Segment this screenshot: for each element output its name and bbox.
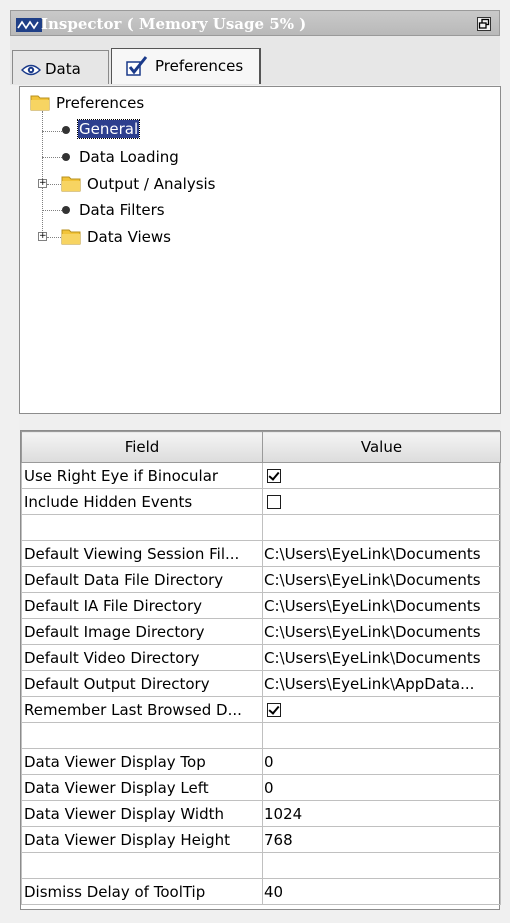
value-cell[interactable] — [262, 514, 501, 541]
table-row[interactable]: Default Data File Directory C:\Users\EyeL… — [21, 566, 501, 593]
tree-item-label: Data Loading — [79, 148, 179, 166]
inspector-titlebar[interactable]: Inspector ( Memory Usage 5% ) — [10, 10, 500, 36]
tab-preferences[interactable]: Preferences — [111, 48, 261, 84]
value-cell[interactable]: 1024 — [262, 800, 501, 827]
table-body: Use Right Eye if Binocular Include Hidden… — [21, 462, 501, 905]
checkbox-input[interactable] — [267, 495, 281, 509]
table-row[interactable]: Default Image Directory C:\Users\EyeLink\… — [21, 618, 501, 645]
field-cell: Default Output Directory — [21, 670, 263, 697]
field-cell: Default Viewing Session Fil... — [21, 540, 263, 567]
tree-item-label: Data Views — [87, 228, 171, 246]
tree-item-label: Output / Analysis — [87, 175, 216, 193]
tab-preferences-label: Preferences — [155, 57, 244, 75]
field-cell: Default Data File Directory — [21, 566, 263, 593]
field-cell: Data Viewer Display Height — [21, 826, 263, 853]
tree-connector — [47, 184, 61, 185]
field-cell: Default Image Directory — [21, 618, 263, 645]
folder-icon — [61, 227, 81, 245]
column-header-value[interactable]: Value — [262, 431, 501, 463]
field-cell: Include Hidden Events — [21, 488, 263, 515]
inspector-app-icon — [16, 17, 42, 32]
tree-item-label: Data Filters — [79, 201, 165, 219]
table-row[interactable]: Data Viewer Display Height 768 — [21, 826, 501, 853]
value-cell[interactable]: C:\Users\EyeLink\Documents — [262, 566, 501, 593]
tree-item-label: General — [76, 119, 141, 139]
field-cell: Data Viewer Display Width — [21, 800, 263, 827]
field-cell: Dismiss Delay of ToolTip — [21, 878, 263, 905]
value-cell[interactable]: C:\Users\EyeLink\AppData... — [262, 670, 501, 697]
properties-table: Field Value Use Right Eye if Binocular In… — [21, 431, 501, 905]
field-cell: Data Viewer Display Top — [21, 748, 263, 775]
folder-icon — [61, 174, 81, 192]
properties-grid: Field Value Use Right Eye if Binocular In… — [20, 430, 501, 910]
bullet-icon — [62, 206, 70, 214]
table-row[interactable]: Data Viewer Display Width 1024 — [21, 800, 501, 827]
checkbox-input[interactable] — [267, 469, 281, 483]
tree-connector — [47, 237, 61, 238]
eye-icon — [21, 62, 41, 76]
table-row[interactable]: Use Right Eye if Binocular — [21, 462, 501, 489]
restore-window-icon[interactable] — [477, 16, 491, 31]
table-row[interactable]: Default Video Directory C:\Users\EyeLink\… — [21, 644, 501, 671]
checkbox-input[interactable] — [267, 703, 281, 717]
tree-item-label: Preferences — [56, 94, 145, 112]
folder-icon — [30, 93, 50, 111]
value-cell[interactable] — [262, 852, 501, 879]
tab-data[interactable]: Data — [12, 50, 109, 84]
tab-data-label: Data — [45, 60, 81, 78]
value-cell[interactable]: C:\Users\EyeLink\Documents — [262, 592, 501, 619]
value-cell[interactable]: C:\Users\EyeLink\Documents — [262, 540, 501, 567]
field-cell — [21, 722, 263, 749]
table-row[interactable] — [21, 722, 501, 749]
bullet-icon — [62, 126, 70, 134]
table-row[interactable]: Dismiss Delay of ToolTip 40 — [21, 878, 501, 905]
field-cell — [21, 514, 263, 541]
table-row[interactable]: Data Viewer Display Top 0 — [21, 748, 501, 775]
value-cell[interactable]: C:\Users\EyeLink\Documents — [262, 618, 501, 645]
table-row[interactable]: Include Hidden Events — [21, 488, 501, 515]
tab-strip: Data Preferences — [10, 36, 500, 85]
bullet-icon — [62, 153, 70, 161]
field-cell — [21, 852, 263, 879]
table-row[interactable] — [21, 852, 501, 879]
value-cell — [262, 488, 501, 515]
table-header-row: Field Value — [21, 431, 501, 463]
field-cell: Default IA File Directory — [21, 592, 263, 619]
value-cell — [262, 696, 501, 723]
table-row[interactable]: Default IA File Directory C:\Users\EyeLin… — [21, 592, 501, 619]
value-cell[interactable]: C:\Users\EyeLink\Documents — [262, 644, 501, 671]
field-cell: Data Viewer Display Left — [21, 774, 263, 801]
table-row[interactable]: Data Viewer Display Left 0 — [21, 774, 501, 801]
value-cell[interactable]: 0 — [262, 774, 501, 801]
value-cell — [262, 462, 501, 489]
field-cell: Default Video Directory — [21, 644, 263, 671]
expand-plus-icon[interactable]: + — [38, 179, 47, 188]
value-cell[interactable]: 0 — [262, 748, 501, 775]
tree-connector — [42, 157, 62, 158]
tree-connector — [42, 210, 62, 211]
window-title: Inspector ( Memory Usage 5% ) — [41, 15, 307, 33]
panel-splitter[interactable] — [19, 414, 501, 430]
table-row[interactable]: Default Output Directory C:\Users\EyeLink… — [21, 670, 501, 697]
checkbox-icon — [126, 56, 148, 76]
tree-connector — [42, 131, 62, 132]
expand-plus-icon[interactable]: + — [38, 232, 47, 241]
field-cell: Remember Last Browsed D... — [21, 696, 263, 723]
field-cell: Use Right Eye if Binocular — [21, 462, 263, 489]
table-row[interactable]: Remember Last Browsed D... — [21, 696, 501, 723]
value-cell[interactable] — [262, 722, 501, 749]
column-header-field[interactable]: Field — [21, 431, 263, 463]
preferences-tree[interactable]: Preferences General Data Loading + Outpu… — [19, 86, 501, 414]
value-cell[interactable]: 40 — [262, 878, 501, 905]
table-row[interactable]: Default Viewing Session Fil... C:\Users\E… — [21, 540, 501, 567]
value-cell[interactable]: 768 — [262, 826, 501, 853]
table-row[interactable] — [21, 514, 501, 541]
